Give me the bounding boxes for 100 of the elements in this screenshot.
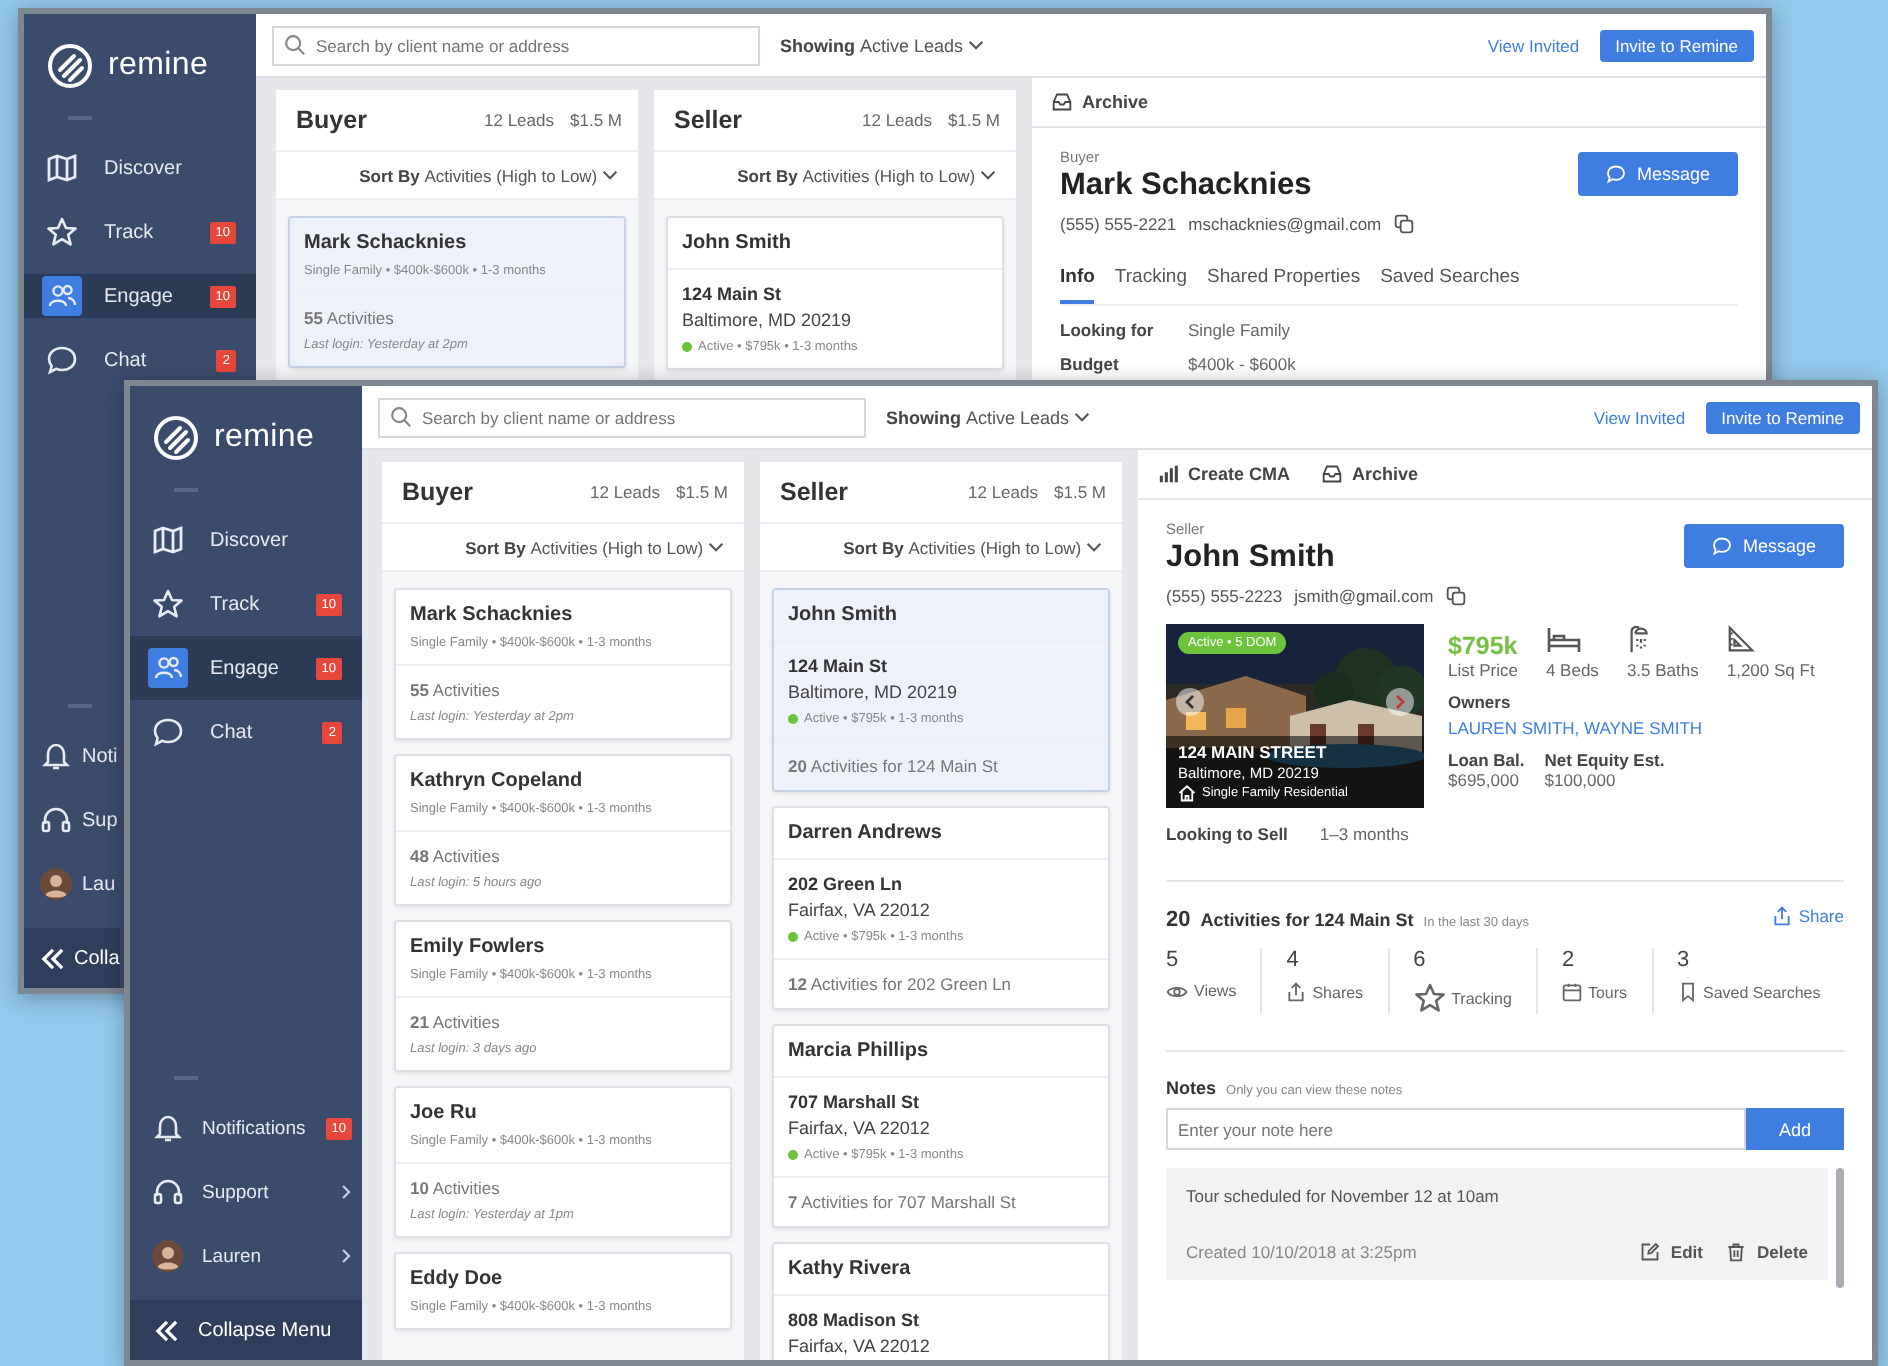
notes-title: Notes [1166,1078,1217,1098]
nav-item[interactable]: Sup [24,788,120,852]
activity-total: 20 [1166,908,1191,932]
phone-number: (555) 555-2223 [1166,586,1283,606]
message-button[interactable]: Message [1578,152,1738,196]
column-title: Buyer [402,478,473,506]
lead-count: 12 Leads [590,482,660,502]
bed-icon [1545,626,1582,654]
lead-total: $1.5 M [948,110,1000,130]
filter-dropdown[interactable]: Showing Active Leads [886,407,1091,427]
search-field[interactable]: Search by client name or address [272,25,760,65]
edit-icon [1640,1242,1661,1262]
copy-icon[interactable] [1445,586,1466,606]
nav-item[interactable]: Lauren [130,1224,362,1288]
share-link[interactable]: Share [1772,906,1844,926]
field-label: Looking to Sell [1166,824,1288,844]
tab[interactable]: Tracking [1114,266,1187,304]
collapse-menu-button[interactable]: Colla [24,928,120,988]
logo-icon [46,42,94,90]
email-address: mschacknies@gmail.com [1188,214,1382,234]
activity-count: 55 Activities [304,308,396,328]
share-icon [1772,906,1793,926]
tab[interactable]: Shared Properties [1207,266,1361,304]
stat-value: 3 [1677,948,1692,972]
search-field[interactable]: Search by client name or address [378,397,866,437]
note-text: Tour scheduled for November 12 at 10am [1186,1186,1501,1206]
client-name: Emily Fowlers [410,936,547,958]
loan-value: $695,000 [1448,770,1521,790]
toolbar-button[interactable]: Create CMA [1158,464,1291,484]
owners-link[interactable]: LAUREN SMITH, WAYNE SMITH [1448,718,1844,738]
client-name: Mark Schacknies [1060,168,1312,204]
owners-label: Owners [1448,692,1513,712]
toolbar-button[interactable]: Archive [1322,464,1419,484]
stat-label: Tracking [1451,989,1512,1007]
bar-chart-icon [1158,464,1178,484]
copy-icon[interactable] [1393,214,1414,234]
chat-bubble-icon [1606,164,1627,184]
stat-value: 4 [1286,948,1301,972]
field-label: Looking for [1060,320,1156,340]
city-line: Baltimore, MD 20219 [788,682,960,702]
view-invited-link[interactable]: View Invited [1487,35,1580,55]
client-name: John Smith [682,232,793,254]
loan-label: Loan Bal. [1448,750,1525,770]
message-button[interactable]: Message [1684,524,1844,568]
phone-number: (555) 555-2221 [1060,214,1177,234]
double-chevron-icon [154,1319,180,1341]
bookmark-icon [1677,982,1698,1002]
chevron-down-icon [1086,542,1102,552]
stat-value: 5 [1166,948,1181,972]
chevron-down-icon [708,542,724,552]
tab[interactable]: Info [1060,266,1095,304]
chevron-down-icon [968,40,985,50]
logo-text: remine [108,48,209,84]
lead-count: 12 Leads [484,110,554,130]
chevron-down-icon [602,170,618,180]
archive-icon [1322,464,1343,484]
nav-item[interactable]: Support [130,1160,362,1224]
logo-icon [152,414,200,462]
stat-label: Saved Searches [1703,983,1821,1001]
nav-item[interactable]: Lau [24,852,120,916]
toolbar-button[interactable]: Archive [1052,92,1149,112]
stat-label: Views [1194,982,1237,1000]
collapse-menu-button[interactable]: Collapse Menu [130,1300,362,1360]
add-button[interactable]: Add [1746,1108,1844,1150]
price-label: List Price [1448,660,1518,680]
map-icon [148,520,188,560]
list-price: $795k [1448,632,1518,660]
activity-count: 7 Activities for 707 Marshall St [788,1192,1018,1212]
equity-value: $100,000 [1544,770,1618,790]
invite-button[interactable]: Invite to Remine [1599,29,1754,61]
stat-value: 6 [1413,948,1428,972]
tab[interactable]: Saved Searches [1380,266,1520,304]
note-date: Created 10/10/2018 at 3:25pm [1186,1242,1417,1262]
client-name: John Smith [1166,540,1335,576]
city-line: Baltimore, MD 20219 [682,310,854,330]
feature-label: 1,200 Sq Ft [1726,660,1815,680]
invite-button[interactable]: Invite to Remine [1705,401,1860,433]
star-icon [1413,982,1446,1014]
equity-label: Net Equity Est. [1544,750,1665,770]
archive-icon [1052,92,1072,112]
calendar-icon [1561,982,1582,1002]
stat-label: Shares [1312,983,1364,1001]
nav-item[interactable]: Noti [24,724,120,788]
lead-card[interactable]: Kathy Rivera 808 Madison St Fairfax, VA 22012 [772,1242,1110,1360]
activity-count: 55 Activities [410,680,502,700]
street-address: 124 Main St [788,656,890,676]
client-name: Darren Andrews [788,822,944,844]
delete-button[interactable]: Delete [1726,1242,1808,1262]
filter-dropdown[interactable]: Showing Active Leads [780,35,985,55]
view-invited-link[interactable]: View Invited [1593,407,1686,427]
nav-item[interactable]: Discover [130,508,362,572]
star-icon [42,212,82,252]
nav-item[interactable]: Discover [24,146,256,190]
star-icon [148,584,188,624]
note-input-field[interactable]: Enter your note here [1166,1108,1746,1150]
scrollbar[interactable] [1836,1168,1844,1288]
chevron-down-icon [1074,412,1091,422]
edit-button[interactable]: Edit [1640,1242,1703,1262]
status-dot [788,714,798,724]
field-value: 1–3 months [1319,824,1409,844]
